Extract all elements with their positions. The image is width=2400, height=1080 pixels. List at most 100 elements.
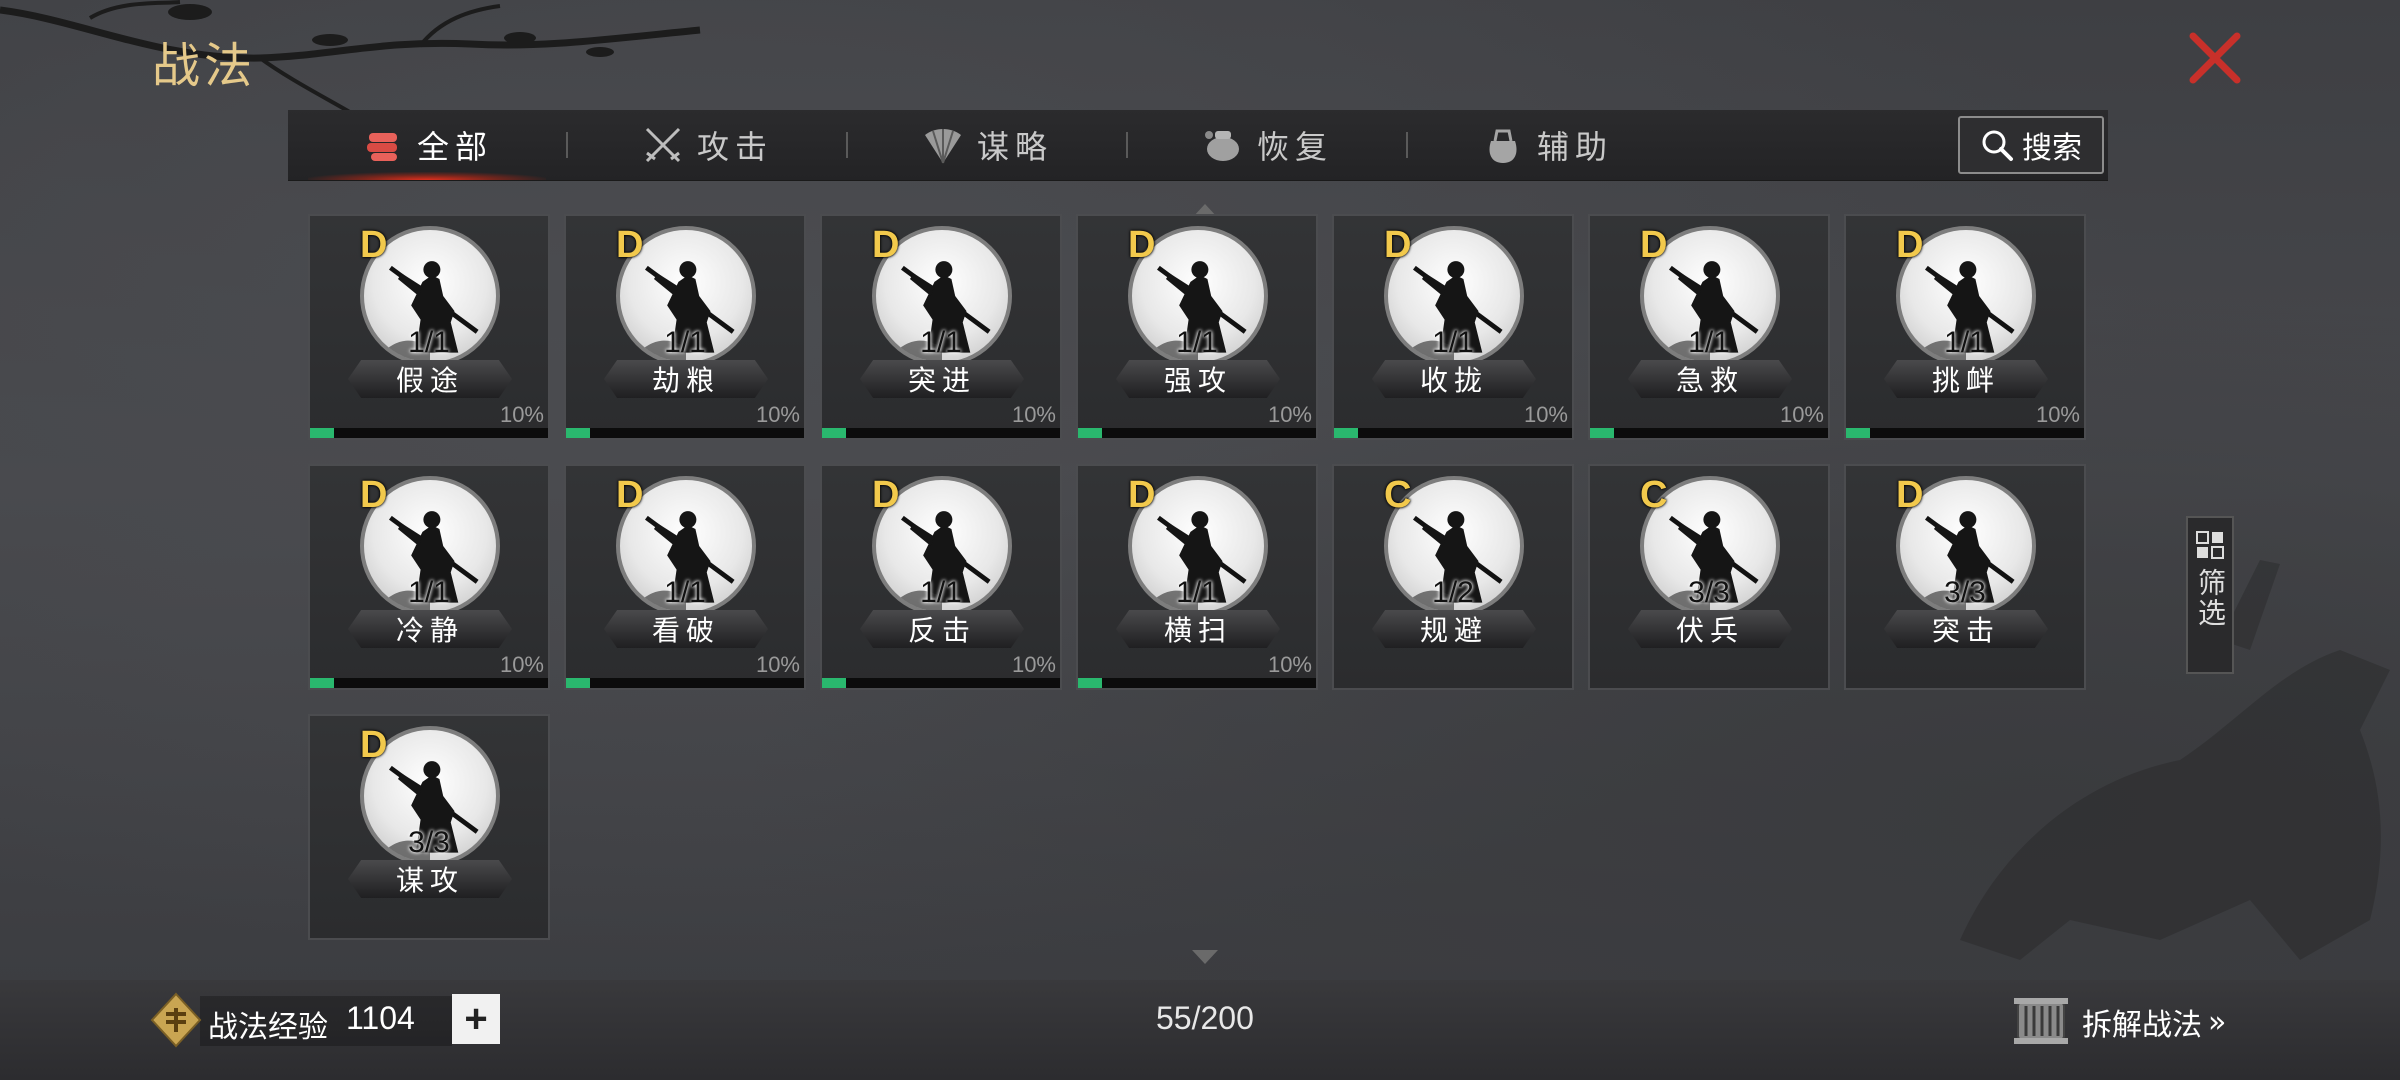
tactic-progress-bar [822,428,1060,438]
tactic-name: 突进 [860,360,1024,398]
tactic-count: 1/1 [920,576,962,609]
tactic-name: 突击 [1884,610,2048,648]
tactic-grade: D [360,224,388,266]
tab-recovery[interactable]: 恢复 [1128,110,1406,180]
tactic-count: 1/1 [664,576,706,609]
dismantle-tactics-button[interactable]: 拆解战法 » [2082,1000,2226,1044]
tactic-count: 3/3 [1688,576,1730,609]
search-icon [1982,130,2013,161]
tactic-progress-fill [566,678,590,688]
tactic-progress-bar [1078,428,1316,438]
tactic-card[interactable]: C 3/3 伏兵 [1588,464,1830,690]
tactic-name: 看破 [604,610,768,648]
tab-support[interactable]: 辅助 [1408,110,1686,180]
tab-attack[interactable]: 攻击 [568,110,846,180]
tactic-count: 1/1 [1176,326,1218,359]
search-button[interactable]: 搜索 [1958,116,2104,174]
scroll-bundle-icon [366,133,397,161]
tactic-grade: D [872,224,900,266]
tactic-progress-label: 10% [499,652,544,677]
tactic-count: 1/1 [920,326,962,359]
tactic-progress-fill [1078,678,1102,688]
tactic-name: 谋攻 [348,860,512,898]
tactic-count: 3/3 [408,826,450,859]
tactic-count: 1/1 [1944,326,1986,359]
tactic-grade: D [616,474,644,516]
tactic-card[interactable]: D 1/1 看破 10% [564,464,806,690]
tactic-progress-fill [1590,428,1614,438]
tab-label: 谋略 [976,128,1053,166]
tactic-progress-fill [1078,428,1102,438]
tactic-card[interactable]: D 1/1 强攻 10% [1076,214,1318,440]
tactic-grade: D [360,724,388,766]
tactic-card[interactable]: D 1/1 冷静 10% [308,464,550,690]
tactic-card[interactable]: D 3/3 突击 [1844,464,2086,690]
tactic-count: 1/1 [664,326,706,359]
dismantle-label: 拆解战法 [2082,1008,2202,1043]
tactic-progress-label: 10% [755,652,800,677]
tactic-name: 规避 [1372,610,1536,648]
filter-button[interactable]: 筛选 [2186,516,2234,674]
tab-label: 辅助 [1536,128,1613,166]
tactic-progress-bar [1846,428,2084,438]
tactic-card[interactable]: D 1/1 急救 10% [1588,214,1830,440]
tactic-card[interactable]: D 1/1 横扫 10% [1076,464,1318,690]
tab-label: 攻击 [696,128,773,166]
tactic-name: 假途 [348,360,512,398]
tactic-count: 3/3 [1944,576,1986,609]
tactic-progress-fill [822,678,846,688]
tactic-progress-label: 10% [1267,652,1312,677]
tactic-card[interactable]: D 1/1 挑衅 10% [1844,214,2086,440]
tactic-progress-label: 10% [499,402,544,427]
tactic-progress-label: 10% [1011,402,1056,427]
search-label: 搜索 [2022,131,2082,166]
tactic-count: 1/2 [1432,576,1474,609]
tactic-name: 收拢 [1372,360,1536,398]
filter-label: 筛选 [2194,568,2227,628]
tactic-name: 强攻 [1116,360,1280,398]
fan-icon [924,129,961,164]
tactic-progress-bar [1334,428,1572,438]
tactic-card[interactable]: D 1/1 劫粮 10% [564,214,806,440]
tactic-count: 1/1 [1688,326,1730,359]
add-exp-button[interactable]: + [452,994,500,1044]
tactic-progress-label: 10% [755,402,800,427]
tactic-grade: D [616,224,644,266]
tab-label: 全部 [416,128,493,166]
tactic-progress-fill [822,428,846,438]
tactic-progress-bar [1078,678,1316,688]
tactic-progress-fill [310,678,334,688]
tactic-card[interactable]: D 1/1 假途 10% [308,214,550,440]
tactic-name: 挑衅 [1884,360,2048,398]
tactic-grade: D [1896,474,1924,516]
tab-all[interactable]: 全部 [288,110,566,180]
tactic-name: 横扫 [1116,610,1280,648]
exp-label: 战法经验 [208,1010,328,1045]
tactic-grade: D [1896,224,1924,266]
tactic-capacity: 55/200 [1156,1000,1254,1036]
tactic-grade: C [1640,474,1668,516]
tactic-card[interactable]: D 1/1 反击 10% [820,464,1062,690]
pot-icon [1204,131,1239,161]
tactic-card[interactable]: D 1/1 收拢 10% [1332,214,1574,440]
page-title: 战法 [152,38,257,94]
tactic-grade: D [1384,224,1412,266]
tactic-name: 劫粮 [604,360,768,398]
tactic-count: 1/1 [408,576,450,609]
tactic-name: 急救 [1628,360,1792,398]
tactic-progress-label: 10% [1011,652,1056,677]
tactic-progress-fill [310,428,334,438]
tab-label: 恢复 [1256,128,1333,166]
exp-value: 1104 [346,1000,415,1036]
tactic-card[interactable]: D 3/3 谋攻 [308,714,550,940]
tactic-card[interactable]: C 1/2 规避 [1332,464,1574,690]
dismantle-icon [2014,998,2068,1044]
exp-badge-icon [150,992,202,1048]
tactic-progress-fill [566,428,590,438]
tab-strategy[interactable]: 谋略 [848,110,1126,180]
tactic-progress-fill [1334,428,1358,438]
tactic-card[interactable]: D 1/1 突进 10% [820,214,1062,440]
close-icon[interactable] [2185,28,2245,88]
chevron-down-icon [1192,950,1218,964]
tactic-progress-bar [310,678,548,688]
